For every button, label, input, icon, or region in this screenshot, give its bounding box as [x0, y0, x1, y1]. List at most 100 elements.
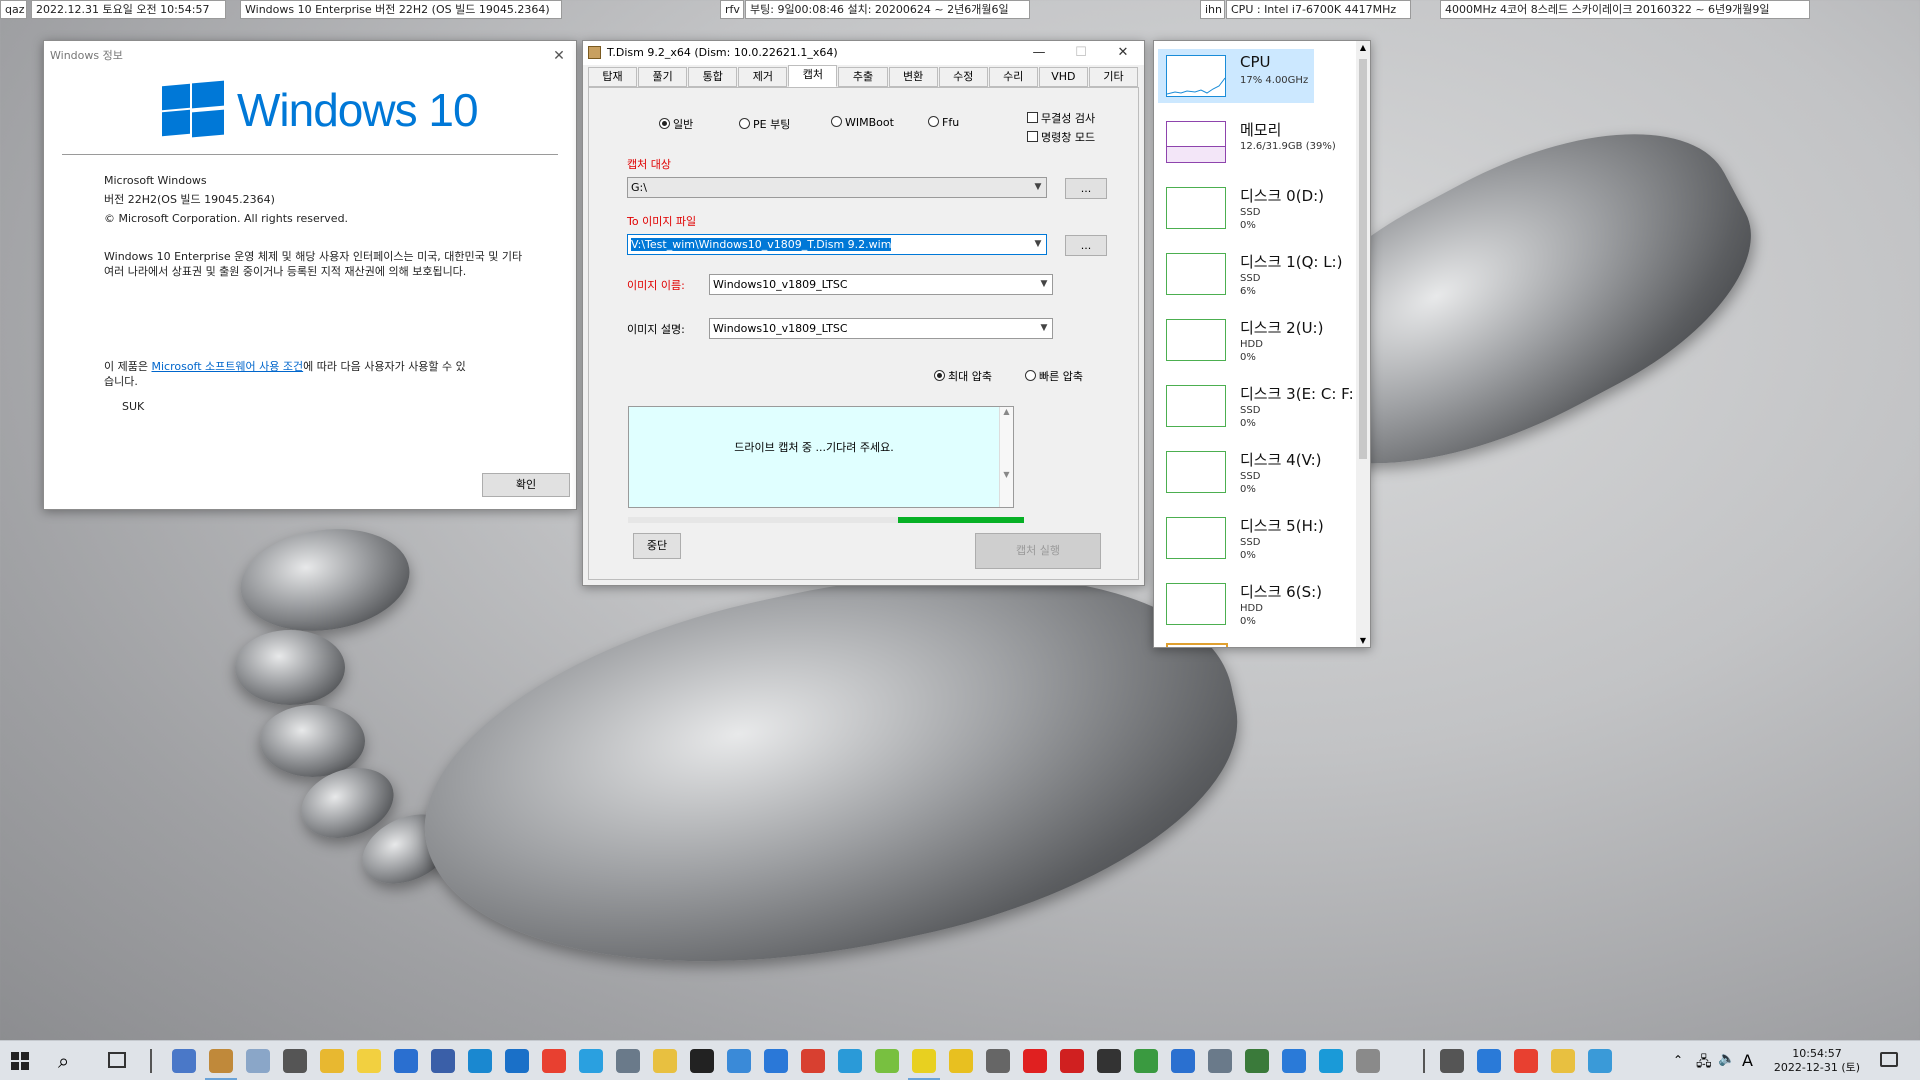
ime-indicator[interactable]: A — [1742, 1051, 1753, 1070]
clock-time: 10:54:57 — [1792, 1047, 1842, 1060]
tweak-icon[interactable] — [1588, 1049, 1612, 1073]
paw-icon[interactable] — [1060, 1049, 1084, 1073]
image-desc-select[interactable]: Windows10_v1809_LTSC ▼ — [709, 318, 1053, 339]
image-viewer-icon[interactable] — [246, 1049, 270, 1073]
notification-icon[interactable] — [1880, 1052, 1898, 1067]
settings-icon[interactable] — [1319, 1049, 1343, 1073]
tab-8[interactable]: 수리 — [988, 67, 1038, 87]
tab-0[interactable]: 탑재 — [588, 67, 638, 87]
image-name-select[interactable]: Windows10_v1809_LTSC ▼ — [709, 274, 1053, 295]
tab-4[interactable]: 캡처 — [788, 65, 838, 87]
chrome-icon[interactable] — [542, 1049, 566, 1073]
tab-7[interactable]: 수정 — [938, 67, 988, 87]
refresh-icon[interactable] — [1208, 1049, 1232, 1073]
maximize-icon[interactable]: ☐ — [1060, 41, 1102, 65]
tab-6[interactable]: 변환 — [888, 67, 938, 87]
perf-item-8[interactable]: 디스크 6(S:) HDD 0% — [1158, 577, 1322, 631]
mode-ffu-radio[interactable]: Ffu — [928, 116, 959, 129]
info-icon[interactable] — [394, 1049, 418, 1073]
scroll-thumb[interactable] — [1359, 59, 1367, 459]
search-icon[interactable]: ⌕ — [58, 1049, 69, 1073]
network-item-partial[interactable] — [1166, 643, 1228, 647]
perf-item-6[interactable]: 디스크 4(V:) SSD 0% — [1158, 445, 1322, 499]
capture-run-button[interactable]: 캡처 실행 — [975, 533, 1101, 569]
perf-item-1[interactable]: 메모리 12.6/31.9GB (39%) — [1158, 115, 1336, 169]
perf-item-2[interactable]: 디스크 0(D:) SSD 0% — [1158, 181, 1324, 235]
gear-icon[interactable] — [690, 1049, 714, 1073]
sticky-notes-icon[interactable] — [357, 1049, 381, 1073]
perf-item-5[interactable]: 디스크 3(E: C: F: SSD 0% — [1158, 379, 1354, 433]
perf-item-3[interactable]: 디스크 1(Q: L:) SSD 6% — [1158, 247, 1342, 301]
triangle-app-icon[interactable] — [1514, 1049, 1538, 1073]
remote-desktop-icon[interactable] — [838, 1049, 862, 1073]
red-app-icon[interactable] — [1023, 1049, 1047, 1073]
star-icon[interactable] — [653, 1049, 677, 1073]
show-hidden-icons-icon[interactable]: ⌃ — [1673, 1053, 1683, 1067]
file-explorer-icon[interactable] — [320, 1049, 344, 1073]
pen-icon[interactable] — [949, 1049, 973, 1073]
globe-icon[interactable] — [1171, 1049, 1195, 1073]
media-icon[interactable] — [986, 1049, 1010, 1073]
mode-pe-boot-label: PE 부팅 — [753, 118, 791, 131]
shield-icon[interactable] — [801, 1049, 825, 1073]
network-icon[interactable]: 🖧 — [1696, 1051, 1712, 1075]
cube-icon[interactable] — [616, 1049, 640, 1073]
perf-item-4[interactable]: 디스크 2(U:) HDD 0% — [1158, 313, 1323, 367]
close-icon[interactable]: ✕ — [548, 45, 570, 67]
folder-icon[interactable] — [1551, 1049, 1575, 1073]
scroll-down-icon[interactable]: ▼ — [1356, 636, 1370, 645]
vertical-scrollbar[interactable]: ▲ ▼ — [1356, 41, 1370, 647]
ie-icon[interactable] — [579, 1049, 603, 1073]
tab-3[interactable]: 제거 — [738, 67, 788, 87]
tab-5[interactable]: 추출 — [838, 67, 888, 87]
notepad-icon[interactable] — [875, 1049, 899, 1073]
clock[interactable]: 10:54:57 2022-12-31 (토) — [1762, 1041, 1872, 1080]
message-scrollbar[interactable]: ▲ ▼ — [999, 407, 1013, 507]
license-terms-link[interactable]: Microsoft 소프트웨어 사용 조건 — [151, 360, 303, 373]
stop-button[interactable]: 중단 — [633, 533, 681, 559]
tool-icon[interactable] — [283, 1049, 307, 1073]
capture-target-select[interactable]: G:\ ▼ — [627, 177, 1047, 198]
map-icon[interactable] — [1134, 1049, 1158, 1073]
console-mode-checkbox[interactable]: 명령창 모드 — [1027, 129, 1095, 145]
perf-item-detail: HDD — [1240, 339, 1263, 350]
tab-1[interactable]: 풀기 — [638, 67, 688, 87]
notepad-alt-icon[interactable] — [1356, 1049, 1380, 1073]
mode-normal-radio[interactable]: 일반 — [659, 116, 693, 132]
powershell-icon[interactable] — [431, 1049, 455, 1073]
outlook-icon[interactable] — [727, 1049, 751, 1073]
puzzle-icon[interactable] — [1245, 1049, 1269, 1073]
start-button[interactable] — [10, 1051, 30, 1071]
tab-2[interactable]: 통합 — [688, 67, 738, 87]
archive-icon[interactable] — [205, 1049, 237, 1080]
user-tool-icon[interactable] — [172, 1049, 196, 1073]
player-icon[interactable] — [908, 1049, 940, 1080]
chrome-alt-icon[interactable] — [1477, 1049, 1501, 1073]
perf-graph — [1166, 121, 1226, 163]
mode-wimboot-radio[interactable]: WIMBoot — [831, 116, 894, 129]
max-compression-radio[interactable]: 최대 압축 — [934, 368, 992, 384]
tab-9[interactable]: VHD — [1038, 67, 1088, 87]
to-image-browse-button[interactable]: ... — [1065, 235, 1107, 256]
arrow-icon[interactable] — [1097, 1049, 1121, 1073]
bookmark-icon[interactable] — [764, 1049, 788, 1073]
to-image-select[interactable]: V:\Test_wim\Windows10_v1809_T.Dism 9.2.w… — [627, 234, 1047, 255]
minimize-icon[interactable]: — — [1018, 41, 1060, 65]
mode-pe-boot-radio[interactable]: PE 부팅 — [739, 116, 790, 132]
edge-icon[interactable] — [505, 1049, 529, 1073]
scroll-up-icon[interactable]: ▲ — [1356, 43, 1370, 52]
ok-button[interactable]: 확인 — [482, 473, 570, 497]
perf-graph — [1166, 253, 1226, 295]
window-manager-icon[interactable] — [468, 1049, 492, 1073]
usb-icon[interactable] — [1282, 1049, 1306, 1073]
close-icon[interactable]: ✕ — [1102, 41, 1144, 65]
capture-target-browse-button[interactable]: ... — [1065, 178, 1107, 199]
integrity-check-checkbox[interactable]: 무결성 검사 — [1027, 110, 1095, 126]
perf-item-7[interactable]: 디스크 5(H:) SSD 0% — [1158, 511, 1324, 565]
fast-compression-radio[interactable]: 빠른 압축 — [1025, 368, 1083, 384]
perf-item-0[interactable]: CPU 17% 4.00GHz — [1158, 49, 1314, 103]
volume-icon[interactable]: 🔈 — [1718, 1051, 1735, 1067]
tab-10[interactable]: 기타 — [1088, 67, 1139, 87]
scissors-icon[interactable] — [1440, 1049, 1464, 1073]
task-view-icon[interactable] — [108, 1052, 126, 1068]
